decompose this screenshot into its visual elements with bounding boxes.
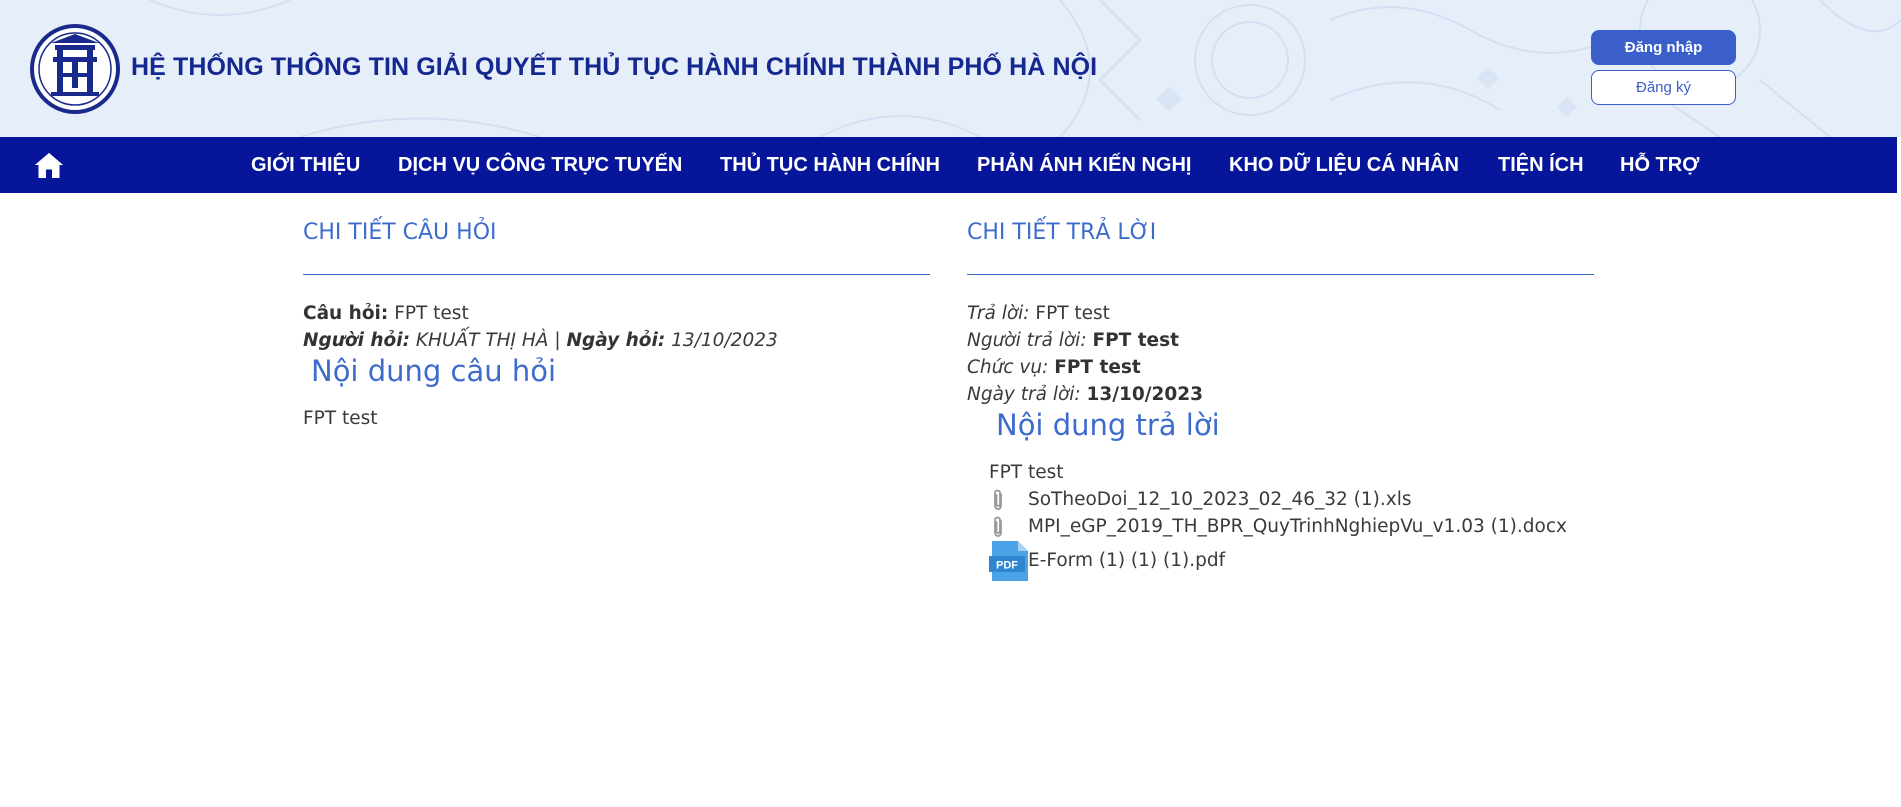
pdf-file-icon[interactable]: PDF — [988, 540, 1030, 582]
answer-value: FPT test — [1035, 303, 1110, 324]
ask-date-value: 13/10/2023 — [671, 330, 778, 351]
answer-date-label: Ngày trả lời: — [967, 384, 1081, 405]
answer-label: Trả lời: — [967, 303, 1030, 324]
asker-value: KHUẤT THỊ HÀ — [415, 330, 549, 351]
nav-item-kho-du-lieu[interactable]: KHO DỮ LIỆU CÁ NHÂN — [1229, 137, 1459, 193]
paperclip-icon — [994, 516, 1002, 537]
home-icon[interactable] — [34, 151, 64, 179]
nav-item-thu-tuc-hanh-chinh[interactable]: THỦ TỤC HÀNH CHÍNH — [720, 137, 940, 193]
question-content-text: FPT test — [303, 408, 378, 429]
ask-date-label: Ngày hỏi: — [566, 330, 666, 351]
answer-content-text: FPT test — [989, 462, 1064, 483]
answer-section-title: CHI TIẾT TRẢ LỜI — [967, 220, 1157, 245]
question-divider — [303, 274, 930, 275]
paperclip-icon — [994, 489, 1002, 510]
responder-line: Người trả lời: FPT test — [967, 327, 1179, 354]
separator: | — [554, 330, 561, 351]
attachment-link-pdf[interactable]: E-Form (1) (1) (1).pdf — [1028, 547, 1225, 574]
answer-date-value: 13/10/2023 — [1086, 384, 1204, 405]
hanoi-logo[interactable] — [29, 23, 121, 115]
site-title: HỆ THỐNG THÔNG TIN GIẢI QUYẾT THỦ TỤC HÀ… — [131, 53, 1098, 81]
nav-item-tien-ich[interactable]: TIỆN ÍCH — [1498, 137, 1584, 193]
answer-date-line: Ngày trả lời: 13/10/2023 — [967, 381, 1203, 408]
position-line: Chức vụ: FPT test — [967, 354, 1141, 381]
attachment-link-xls[interactable]: SoTheoDoi_12_10_2023_02_46_32 (1).xls — [1028, 486, 1411, 513]
nav-item-ho-tro[interactable]: HỖ TRỢ — [1620, 137, 1699, 193]
question-label: Câu hỏi: — [303, 303, 389, 324]
question-content-heading: Nội dung câu hỏi — [311, 354, 556, 388]
asker-line: Người hỏi: KHUẤT THỊ HÀ | Ngày hỏi: 13/1… — [303, 327, 778, 354]
nav-item-gioi-thieu[interactable]: GIỚI THIỆU — [251, 137, 360, 193]
attachment-link-docx[interactable]: MPI_eGP_2019_TH_BPR_QuyTrinhNghiepVu_v1.… — [1028, 513, 1567, 540]
site-header: HỆ THỐNG THÔNG TIN GIẢI QUYẾT THỦ TỤC HÀ… — [0, 0, 1901, 137]
answer-content-heading: Nội dung trả lời — [996, 408, 1220, 442]
login-button[interactable]: Đăng nhập — [1591, 30, 1736, 65]
answer-line: Trả lời: FPT test — [967, 300, 1110, 327]
question-line: Câu hỏi: FPT test — [303, 300, 469, 327]
answer-divider — [967, 274, 1594, 275]
responder-label: Người trả lời: — [967, 330, 1087, 351]
position-label: Chức vụ: — [967, 357, 1049, 378]
question-value: FPT test — [394, 303, 469, 324]
asker-label: Người hỏi: — [303, 330, 411, 351]
register-button[interactable]: Đăng ký — [1591, 70, 1736, 105]
responder-value: FPT test — [1092, 330, 1179, 351]
pdf-icon-label: PDF — [996, 560, 1018, 572]
nav-item-dich-vu-cong[interactable]: DỊCH VỤ CÔNG TRỰC TUYẾN — [398, 137, 682, 193]
question-section-title: CHI TIẾT CÂU HỎI — [303, 220, 497, 245]
main-nav: GIỚI THIỆU DỊCH VỤ CÔNG TRỰC TUYẾN THỦ T… — [0, 137, 1897, 193]
position-value: FPT test — [1054, 357, 1141, 378]
nav-item-phan-anh-kien-nghi[interactable]: PHẢN ÁNH KIẾN NGHỊ — [977, 137, 1191, 193]
